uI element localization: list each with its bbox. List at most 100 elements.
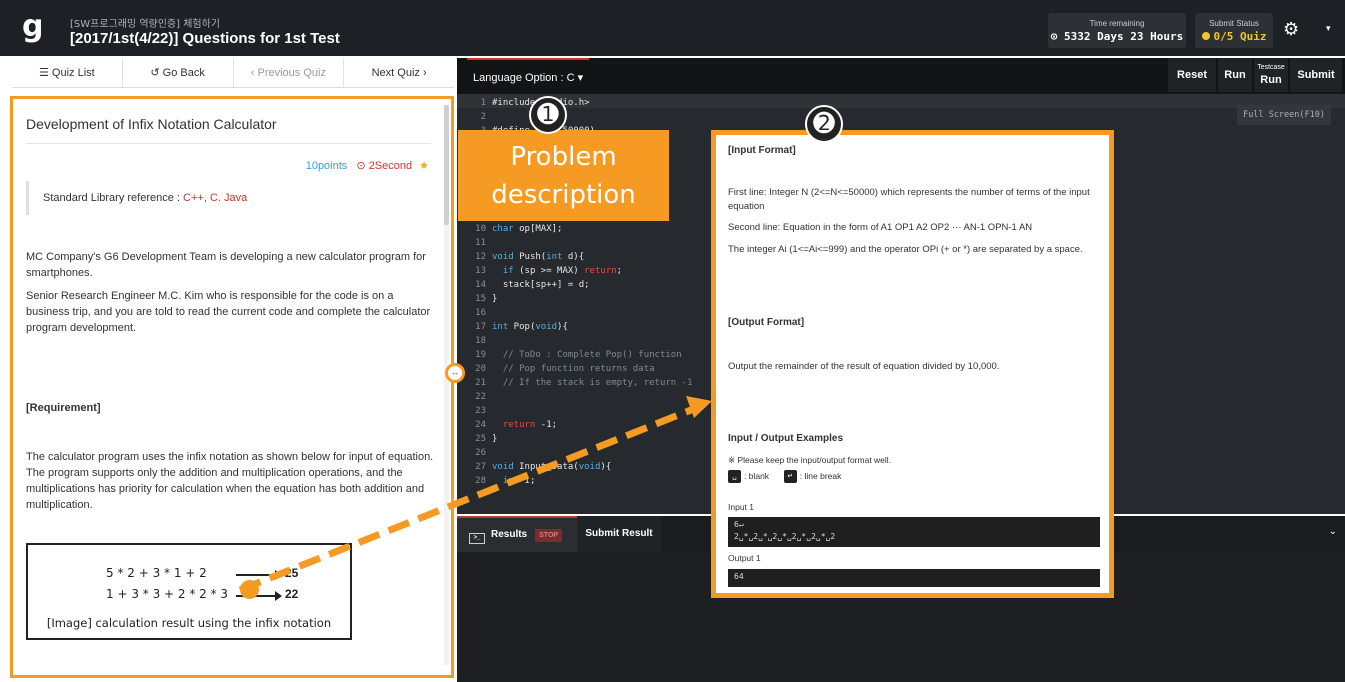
next-quiz-button[interactable]: Next Quiz › [344, 58, 454, 87]
go-back-button[interactable]: ↺ Go Back [123, 58, 234, 87]
code-line[interactable]: 16 [457, 306, 492, 320]
line-number: 15 [475, 294, 486, 304]
quiz-nav: ☰ Quiz List ↺ Go Back ‹ Previous Quiz Ne… [12, 58, 454, 88]
status-dot-icon [1201, 32, 1210, 40]
annotation-dot [240, 580, 259, 599]
arrow-right-icon [236, 570, 282, 580]
io-format-callout: [Input Format] First line: Integer N (2<… [711, 130, 1114, 598]
reset-button[interactable]: Reset [1168, 58, 1216, 92]
input-format-line-2: Second line: Equation in the form of A1 … [728, 222, 1033, 233]
testcase-run-button[interactable]: Testcase Run [1254, 58, 1288, 92]
code-line[interactable]: 27 void Input_Data(void){ [457, 460, 611, 474]
code-text: return -1; [502, 420, 558, 430]
quiz-list-button[interactable]: ☰ Quiz List [12, 58, 123, 87]
resize-handle-icon[interactable]: ↔ [445, 363, 465, 383]
code-line[interactable]: 12 void Push(int d){ [457, 250, 584, 264]
star-icon[interactable]: ★ [419, 160, 429, 172]
annotation-badge-2: ➋ [805, 105, 843, 143]
submit-status-value: 0/5 Quiz [1213, 30, 1267, 43]
code-line[interactable]: 14 stack[sp++] = d; [457, 278, 590, 292]
code-text: int i; [502, 476, 536, 486]
code-line[interactable]: 11 [457, 236, 492, 250]
stop-button[interactable]: STOP [535, 529, 563, 542]
line-number: 27 [475, 462, 486, 472]
description-paragraph-3: The calculator program uses the infix no… [26, 451, 434, 511]
gear-icon[interactable]: ⚙ [1283, 20, 1299, 38]
code-text: // ToDo : Complete Pop() function [492, 350, 682, 360]
code-text: // Pop function returns data [492, 364, 655, 374]
line-number: 16 [475, 308, 486, 318]
code-text: stack[sp++] = d; [492, 280, 590, 290]
equation-caption: [Image] calculation result using the inf… [46, 616, 332, 630]
submit-status-box: Submit Status 0/5 Quiz [1195, 13, 1273, 48]
code-line[interactable]: 15} [457, 292, 497, 306]
previous-quiz-button[interactable]: ‹ Previous Quiz [234, 58, 345, 87]
code-line[interactable]: 28 int i; [457, 474, 535, 488]
tab-results[interactable]: >_ Results STOP [457, 516, 577, 552]
panel-scrollbar[interactable] [444, 105, 449, 665]
code-text: void Input_Data(void){ [492, 462, 612, 472]
line-number: 22 [475, 392, 486, 402]
code-line[interactable]: 20 // Pop function returns data [457, 362, 655, 376]
code-line[interactable]: 13 if (sp >= MAX) return; [457, 264, 622, 278]
divider [26, 143, 431, 144]
problem-description-label: Problem description [458, 130, 669, 221]
caret-down-icon[interactable]: ▾ [1326, 23, 1331, 34]
submit-status-label: Submit Status [1209, 19, 1259, 28]
blank-legend: : blank [744, 471, 770, 481]
time-remaining-label: Time remaining [1089, 19, 1145, 28]
line-number: 10 [475, 224, 486, 234]
tab-submit-result[interactable]: Submit Result [577, 516, 661, 552]
line-number: 24 [475, 420, 486, 430]
equation-2-result: 22 [285, 587, 299, 601]
code-text: } [492, 434, 498, 444]
code-line[interactable]: 21 // If the stack is empty, return -1 [457, 376, 692, 390]
code-text: if (sp >= MAX) return; [502, 266, 623, 276]
io-examples-heading: Input / Output Examples [728, 433, 844, 444]
logo: g [22, 9, 44, 44]
line-number: 12 [475, 252, 486, 262]
scrollbar-thumb[interactable] [444, 105, 449, 225]
code-line[interactable]: 10 char op[MAX]; [457, 222, 562, 236]
line-number: 11 [475, 238, 486, 248]
code-line[interactable]: 1 #include <stdio.h> [457, 96, 590, 110]
full-screen-button[interactable]: Full Screen(F10) [1237, 105, 1331, 125]
line-number: 2 [480, 112, 486, 122]
code-line[interactable]: 17 int Pop(void){ [457, 320, 568, 334]
points-badge: 10points [305, 160, 348, 172]
chevron-down-icon[interactable]: ⌄ [1329, 526, 1337, 537]
code-line[interactable]: 19 // ToDo : Complete Pop() function [457, 348, 682, 362]
equation-1-result: 25 [285, 566, 299, 580]
output-1-label: Output 1 [728, 553, 761, 563]
input-1-box: 6↵ 2␣*␣2␣*␣2␣*␣2␣*␣2␣*␣2 [728, 517, 1100, 547]
line-number: 23 [475, 406, 486, 416]
code-text: int Pop(void){ [492, 322, 568, 332]
time-limit-badge: ⊙ 2Second [356, 160, 413, 172]
code-text: } [492, 294, 498, 304]
submit-button[interactable]: Submit [1290, 58, 1342, 92]
code-text: void Push(int d){ [492, 252, 585, 262]
line-number: 18 [475, 336, 486, 346]
code-line[interactable]: 22 [457, 390, 492, 404]
language-option-dropdown[interactable]: Language Option : C ▾ [467, 58, 590, 94]
code-line[interactable]: 26 [457, 446, 492, 460]
line-number: 19 [475, 350, 486, 360]
equation-1: 5 * 2 + 3 * 1 + 2 [106, 566, 207, 580]
code-line[interactable]: 25} [457, 432, 497, 446]
code-line[interactable]: 24 return -1; [457, 418, 557, 432]
run-button[interactable]: Run [1218, 58, 1252, 92]
label-line-1: Problem [510, 142, 617, 172]
library-reference: Standard Library reference : C++, C. Jav… [26, 181, 431, 215]
code-line[interactable]: 18 [457, 334, 492, 348]
line-break-key-icon: ↵ [783, 470, 797, 484]
library-reference-langs[interactable]: C++, C. Java [183, 192, 247, 204]
code-line[interactable]: 2 [457, 110, 492, 124]
current-line-highlight [457, 94, 1345, 108]
code-line[interactable]: 23 [457, 404, 492, 418]
input-1-line-1: 6↵ [734, 520, 744, 529]
code-text: // If the stack is empty, return -1 [492, 378, 693, 388]
line-number: 1 [480, 98, 486, 108]
input-format-heading: [Input Format] [728, 145, 796, 156]
page-title: [2017/1st(4/22)] Questions for 1st Test [70, 30, 340, 47]
line-number: 28 [475, 476, 486, 486]
